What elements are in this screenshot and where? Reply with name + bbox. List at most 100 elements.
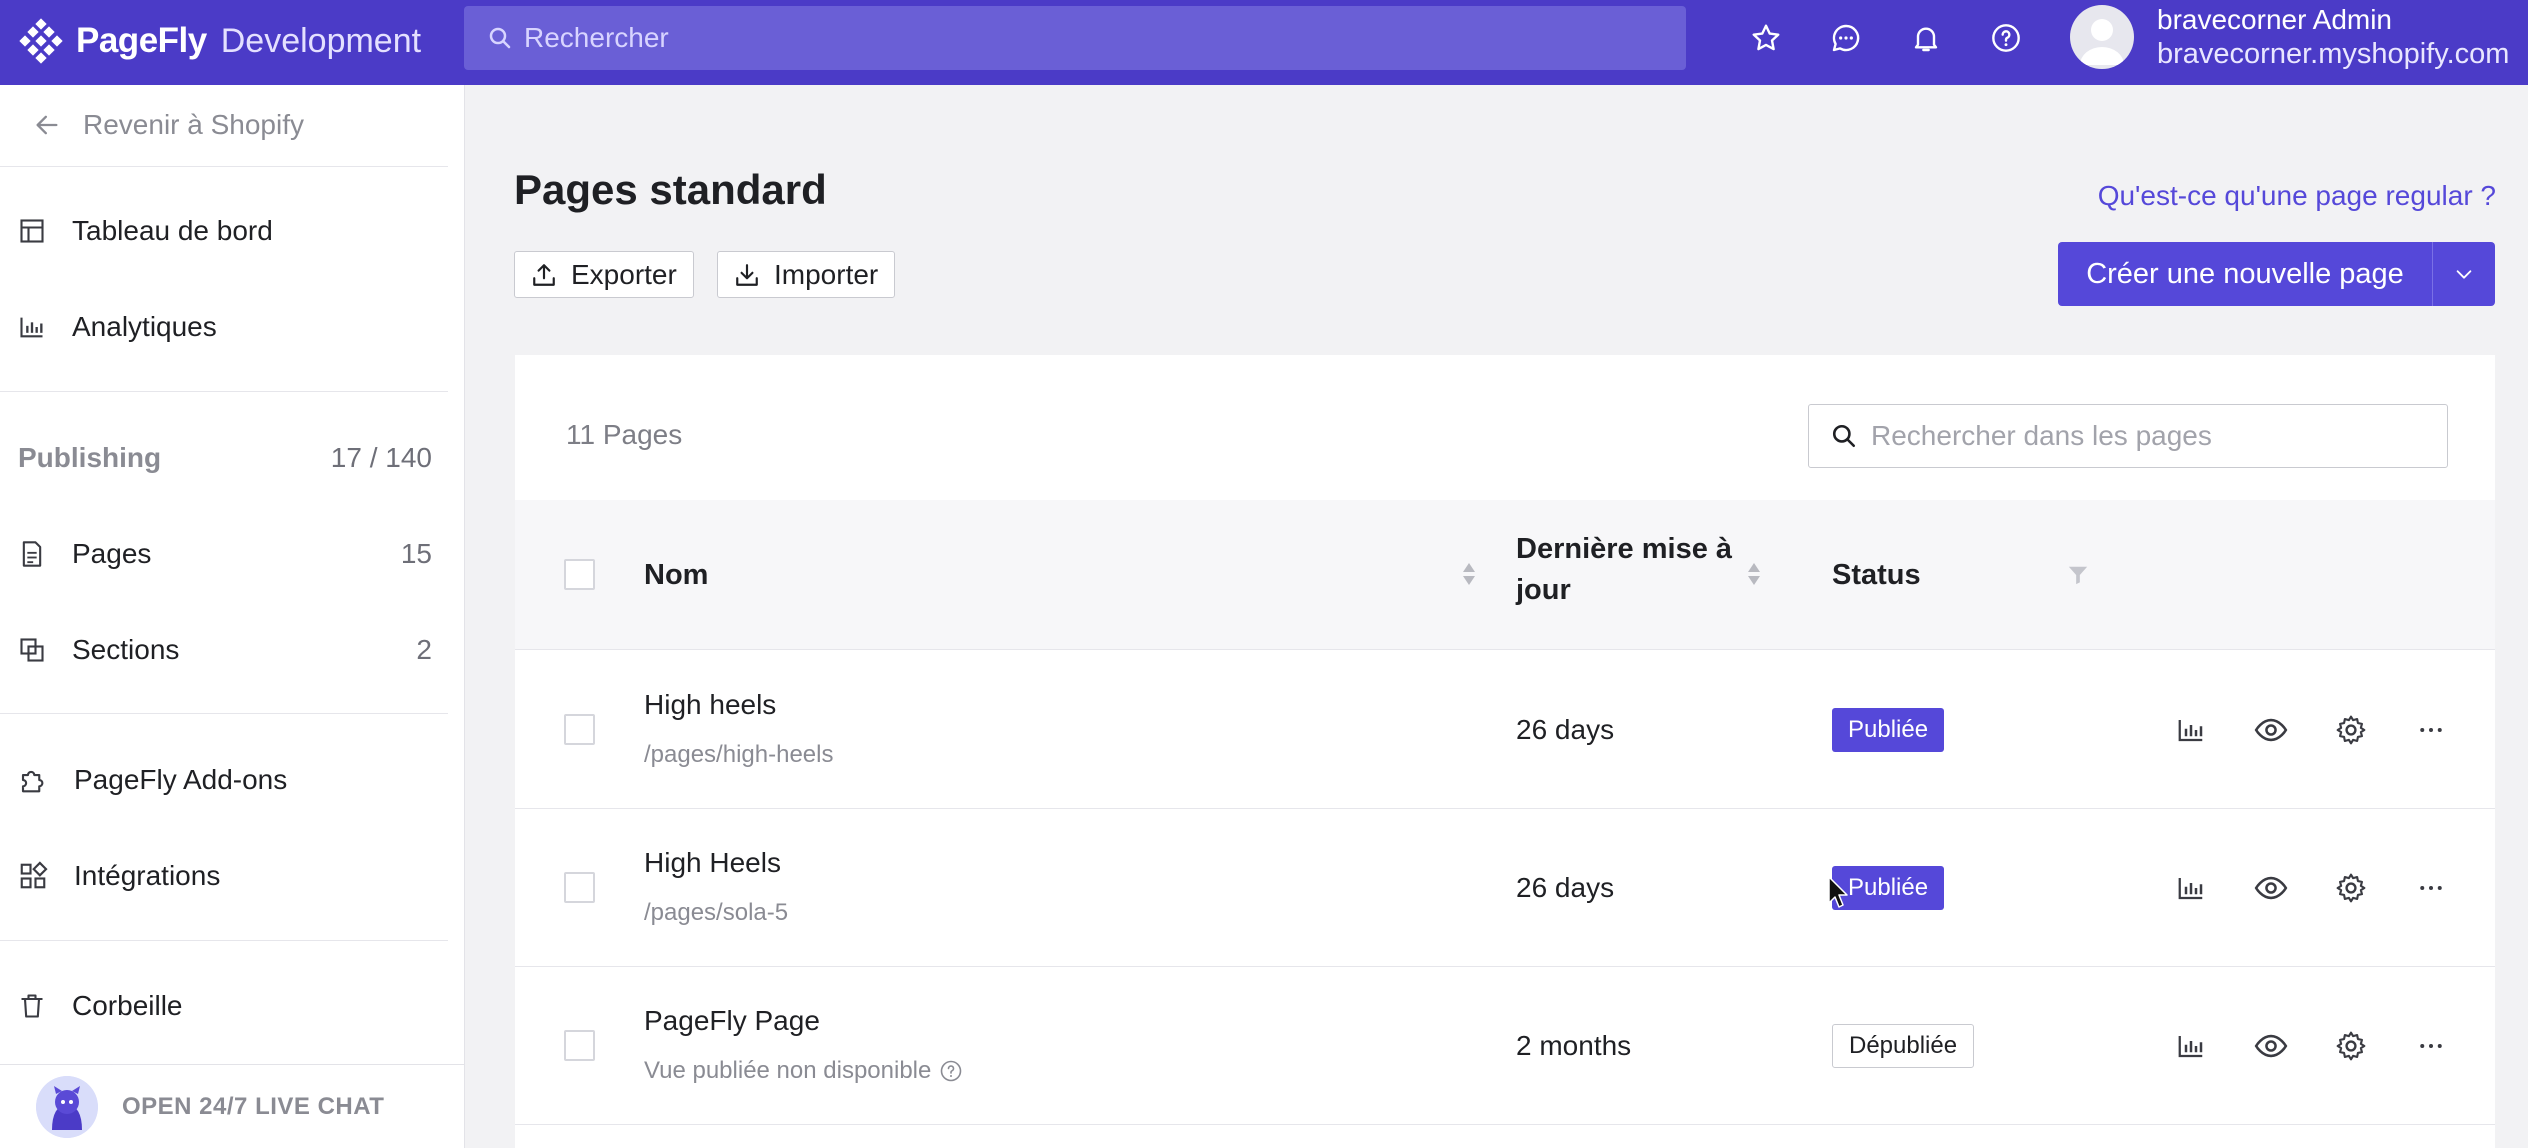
pagefly-logo-icon — [19, 18, 63, 64]
bar-chart-icon — [20, 317, 43, 338]
page-path-text: /pages/sola-5 — [644, 899, 789, 926]
table-row[interactable]: High Heels /pages/sola-5 26 days Publiée — [515, 809, 2495, 967]
help-button[interactable] — [1986, 18, 2026, 58]
help-circle-icon[interactable] — [939, 1059, 963, 1083]
sidebar-item-analytics[interactable]: Analytiques — [18, 311, 418, 343]
sidebar-divider — [0, 391, 448, 392]
sidebar-item-trash[interactable]: Corbeille — [18, 990, 418, 1022]
star-icon — [1752, 24, 1780, 51]
analytics-button[interactable] — [2171, 868, 2211, 908]
app-logo[interactable]: PageFly Development — [18, 18, 421, 64]
publishing-section-label: Publishing — [18, 442, 162, 473]
export-button[interactable]: Exporter — [514, 251, 694, 298]
publishing-count: 17 / 140 — [330, 442, 432, 473]
sidebar-item-label: Intégrations — [74, 860, 221, 891]
more-actions-button[interactable] — [2411, 710, 2451, 750]
page-name[interactable]: PageFly Page — [644, 1005, 820, 1037]
eye-icon — [2254, 1034, 2288, 1058]
favorites-button[interactable] — [1746, 18, 1786, 58]
user-avatar[interactable] — [2070, 5, 2134, 69]
table-row[interactable]: PageFly Page Vue publiée non disponible … — [515, 967, 2495, 1125]
page-updated: 2 months — [1516, 1030, 1632, 1061]
trash-icon — [21, 994, 43, 1018]
environment-label: Development — [220, 21, 422, 60]
sidebar-item-integrations[interactable]: Intégrations — [18, 860, 418, 892]
page-path-text: Vue publiée non disponible — [644, 1057, 932, 1084]
create-page-button[interactable]: Créer une nouvelle page — [2058, 242, 2433, 306]
sidebar-item-dashboard[interactable]: Tableau de bord — [18, 215, 418, 247]
more-actions-button[interactable] — [2411, 868, 2451, 908]
sidebar-item-label: Corbeille — [72, 990, 183, 1021]
pages-search-input[interactable]: Rechercher dans les pages — [1808, 404, 2448, 468]
sort-icon[interactable] — [1747, 560, 1761, 588]
preview-button[interactable] — [2251, 1026, 2291, 1066]
analytics-button[interactable] — [2171, 1026, 2211, 1066]
messages-button[interactable] — [1826, 18, 1866, 58]
what-is-regular-page-link[interactable]: Qu'est-ce qu'une page regular ? — [2098, 180, 2496, 212]
back-label: Revenir à Shopify — [83, 109, 305, 140]
notifications-button[interactable] — [1906, 18, 1946, 58]
filter-icon[interactable] — [2067, 564, 2089, 586]
sort-icon[interactable] — [1462, 560, 1476, 588]
user-avatar-icon — [2080, 19, 2124, 65]
gear-icon — [2336, 873, 2366, 903]
sidebar-divider — [0, 713, 448, 714]
more-actions-button[interactable] — [2411, 1026, 2451, 1066]
live-chat-button[interactable]: OPEN 24/7 LIVE CHAT — [0, 1064, 465, 1148]
gear-icon — [2336, 715, 2366, 745]
column-name-header[interactable]: Nom — [644, 559, 708, 592]
page-name[interactable]: High heels — [644, 689, 776, 721]
settings-button[interactable] — [2331, 868, 2371, 908]
more-horizontal-icon — [2420, 886, 2442, 890]
bar-chart-icon — [2178, 878, 2203, 900]
pages-card: 11 Pages Rechercher dans les pages Nom D… — [515, 355, 2495, 1148]
back-to-shopify-link[interactable]: Revenir à Shopify — [33, 109, 304, 141]
settings-button[interactable] — [2331, 710, 2371, 750]
bar-chart-icon — [2178, 1036, 2203, 1058]
help-icon — [1992, 24, 2020, 52]
sidebar-item-pages[interactable]: Pages — [18, 538, 418, 570]
global-search-placeholder: Rechercher — [524, 22, 669, 53]
user-name[interactable]: bravecorner Admin — [2157, 4, 2392, 36]
analytics-button[interactable] — [2171, 710, 2211, 750]
global-search-input[interactable]: Rechercher — [464, 6, 1686, 70]
page-path: /pages/high-heels — [644, 741, 833, 769]
live-chat-label: OPEN 24/7 LIVE CHAT — [122, 1092, 385, 1120]
sections-icon — [20, 638, 44, 662]
user-store[interactable]: bravecorner.myshopify.com — [2157, 38, 2509, 71]
create-page-button-group: Créer une nouvelle page — [2058, 242, 2495, 306]
column-updated-header[interactable]: Dernière mise à jour — [1516, 533, 1732, 607]
status-badge: Publiée — [1832, 708, 1945, 752]
more-horizontal-icon — [2420, 1044, 2442, 1048]
preview-button[interactable] — [2251, 710, 2291, 750]
page-path: Vue publiée non disponible — [644, 1057, 963, 1085]
search-icon — [489, 27, 511, 49]
page-icon — [22, 541, 42, 567]
row-checkbox[interactable] — [564, 1030, 595, 1061]
sections-count: 2 — [416, 634, 432, 665]
sidebar-item-addons[interactable]: PageFly Add-ons — [18, 764, 418, 796]
sidebar-item-sections[interactable]: Sections — [18, 634, 418, 666]
preview-button[interactable] — [2251, 868, 2291, 908]
column-status-header: Status — [1832, 559, 1921, 591]
page-title: Pages standard — [514, 166, 827, 213]
upload-icon — [533, 263, 555, 286]
import-button[interactable]: Importer — [717, 251, 896, 298]
row-checkbox[interactable] — [564, 714, 595, 745]
import-label: Importer — [774, 258, 879, 290]
create-page-dropdown[interactable] — [2433, 242, 2495, 306]
puzzle-icon — [21, 770, 44, 793]
select-all-checkbox[interactable] — [564, 559, 595, 590]
bar-chart-icon — [2178, 720, 2203, 742]
page-path-text: /pages/high-heels — [644, 741, 834, 768]
sidebar-divider — [0, 940, 448, 941]
settings-button[interactable] — [2331, 1026, 2371, 1066]
search-icon — [1832, 424, 1856, 448]
table-row[interactable]: High heels /pages/high-heels 26 days Pub… — [515, 651, 2495, 809]
dashboard-icon — [20, 219, 44, 243]
eye-icon — [2254, 876, 2288, 900]
page-name[interactable]: High Heels — [644, 847, 781, 879]
top-bar: PageFly Development Rechercher bravecorn… — [0, 0, 2528, 85]
sidebar-divider — [0, 166, 448, 167]
row-checkbox[interactable] — [564, 872, 595, 903]
